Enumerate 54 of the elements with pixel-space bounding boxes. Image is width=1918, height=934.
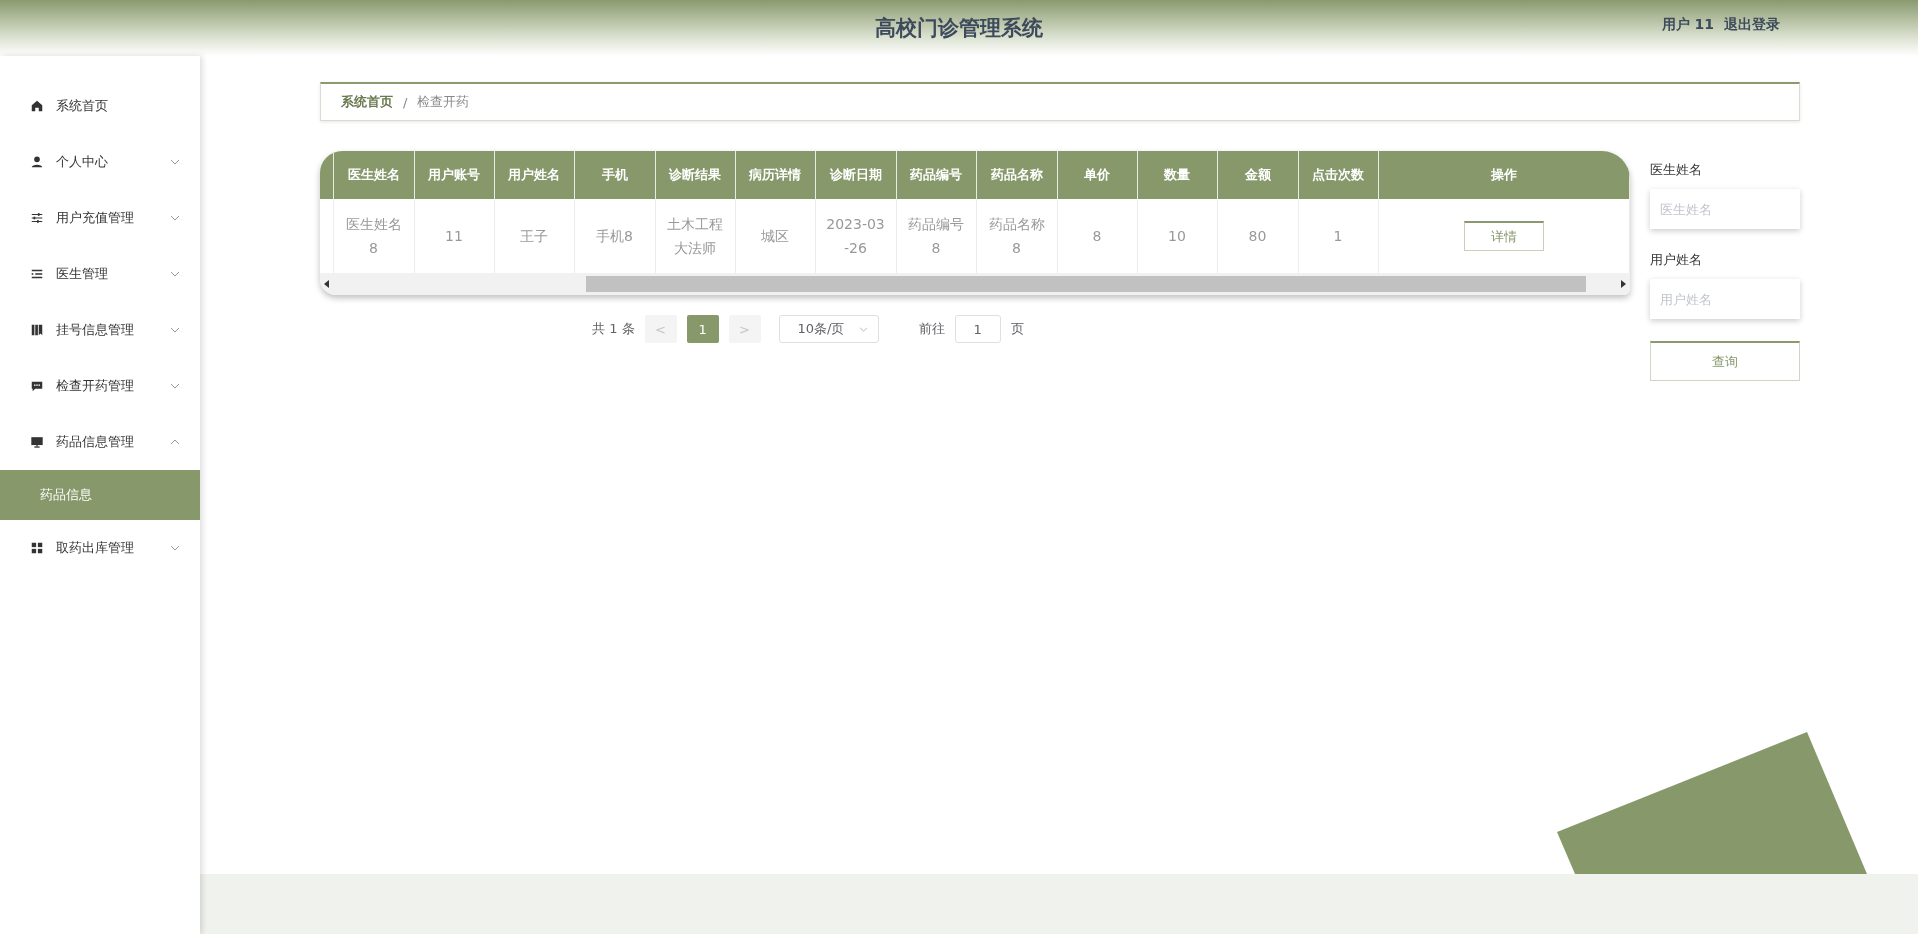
horizontal-scrollbar[interactable]	[320, 273, 1630, 295]
column-header: 单价	[1057, 151, 1137, 199]
menu-item[interactable]: 取药出库管理	[0, 520, 200, 576]
person-icon	[30, 155, 44, 169]
column-header: 病历详情	[735, 151, 815, 199]
search-field[interactable]: 用户姓名	[1650, 279, 1800, 319]
chevron-icon	[170, 383, 180, 389]
chevron-icon	[170, 439, 180, 445]
breadcrumb-separator: /	[403, 94, 408, 110]
logout-link[interactable]: 退出登录	[1724, 16, 1780, 34]
field-label: 用户姓名	[1650, 251, 1703, 269]
menu-item[interactable]: 挂号信息管理	[0, 302, 200, 358]
menu-item[interactable]: 药品信息管理	[0, 414, 200, 470]
menu-item[interactable]: 医生管理	[0, 246, 200, 302]
chevron-icon	[170, 271, 180, 277]
search-field[interactable]: 医生姓名	[1650, 189, 1800, 229]
grid-icon	[30, 541, 44, 555]
chat-icon	[30, 379, 44, 393]
menu-item[interactable]: 个人中心	[0, 134, 200, 190]
chevron-icon	[170, 545, 180, 551]
column-header: 诊断日期	[815, 151, 896, 199]
menu-item[interactable]: 用户充值管理	[0, 190, 200, 246]
column-header: 金额	[1217, 151, 1298, 199]
column-header: 用户姓名	[494, 151, 574, 199]
scrollbar-thumb[interactable]	[586, 276, 1586, 292]
menu-item[interactable]: 检查开药管理	[0, 358, 200, 414]
page-size-select[interactable]: 10条/页	[778, 315, 879, 343]
chevron-icon	[858, 326, 868, 332]
list-icon	[30, 267, 44, 281]
user-name: 用户 11	[1661, 16, 1714, 34]
goto-label: 前往	[918, 320, 945, 338]
column-header: 药品名称	[976, 151, 1057, 199]
chevron-icon	[170, 159, 180, 165]
chevron-icon	[170, 327, 180, 333]
home-icon	[30, 99, 44, 113]
menu-item[interactable]: 系统首页	[0, 78, 200, 134]
monitor-icon	[30, 435, 44, 449]
chevron-icon	[170, 215, 180, 221]
column-header: 操作	[1378, 151, 1630, 199]
total-count: 共 1 条	[592, 320, 635, 338]
sliders-icon	[30, 211, 44, 225]
goto-input[interactable]: 1	[954, 315, 1001, 343]
column-header: 手机	[574, 151, 655, 199]
column-header: 数量	[1137, 151, 1217, 199]
app-title: 高校门诊管理系统	[875, 15, 1043, 42]
column-header: 点击次数	[1298, 151, 1378, 199]
column-header: 药品编号	[896, 151, 976, 199]
books-icon	[30, 323, 44, 337]
breadcrumb-link[interactable]: 系统首页	[341, 93, 393, 111]
field-label: 医生姓名	[1650, 161, 1703, 179]
page-suffix: 页	[1010, 320, 1024, 338]
column-header: 用户账号	[414, 151, 494, 199]
column-header: 医生姓名	[333, 151, 414, 199]
column-header: 诊断结果	[655, 151, 735, 199]
